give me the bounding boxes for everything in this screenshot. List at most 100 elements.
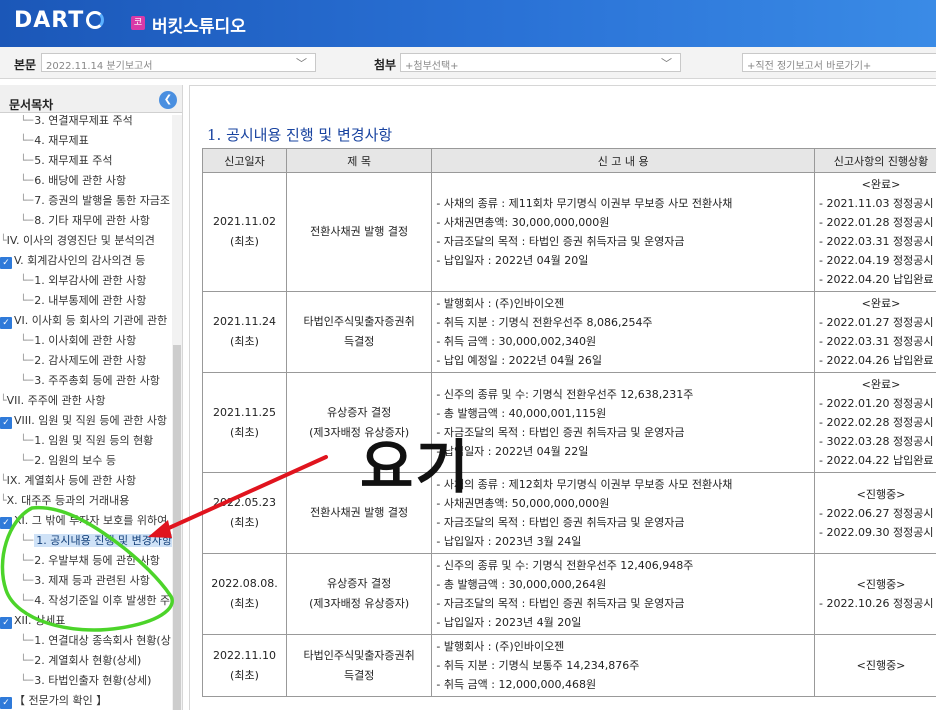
toc-header: 문서목차 ❮ (0, 85, 182, 113)
report-details-cell: - 신주의 종류 및 수: 기명식 전환우선주 12,406,948주 - 총 발… (431, 553, 816, 635)
toc-title: 문서목차 (9, 98, 54, 112)
toc-item-label: 1. 임원 및 직원 등의 현황 (34, 434, 154, 447)
checkbox-icon[interactable]: ✓ (0, 417, 12, 429)
toc-item[interactable]: ✓ V. 회계감사인의 감사의견 등 (0, 251, 145, 271)
toc-item[interactable]: └IX. 계열회사 등에 관한 사항 (0, 471, 136, 491)
toc-item-label: 3. 연결재무제표 주석 (34, 115, 133, 127)
toc-item[interactable]: └─3. 제재 등과 관련된 사항 (20, 571, 150, 591)
tree-line-icon: └ (0, 474, 7, 487)
toc-item-label: 2. 임원의 보수 등 (34, 454, 116, 467)
report-status-cell: <진행중> - 2022.10.26 정정공시 (814, 553, 936, 635)
toc-item[interactable]: └─2. 임원의 보수 등 (20, 451, 116, 471)
scrollbar-thumb[interactable] (173, 345, 181, 710)
main-doc-label: 본문 (14, 58, 37, 72)
report-detail-line: - 납입일자 : 2022년 04월 20일 (436, 254, 589, 267)
report-detail-line: - 납입일자 : 2023년 4월 20일 (436, 616, 582, 629)
toc-item[interactable]: └VII. 주주에 관한 사항 (0, 391, 105, 411)
company-badge: 코 (131, 16, 145, 30)
main-doc-value: 2022.11.14 분기보고서 (46, 61, 153, 72)
toc-item-label: VI. 이사회 등 회사의 기관에 관한 (14, 314, 168, 327)
shortcut-select[interactable]: +직전 정기보고서 바로가기+ (742, 53, 936, 72)
tree-line-icon: └ (0, 234, 7, 247)
status-badge: <진행중> (856, 487, 906, 501)
shortcut-value: +직전 정기보고서 바로가기+ (747, 61, 872, 72)
report-date-note: (최초) (230, 335, 259, 348)
tree-line-icon: └─ (20, 374, 34, 387)
main-doc-select[interactable]: 2022.11.14 분기보고서 ﹀ (41, 53, 316, 72)
checkbox-icon[interactable]: ✓ (0, 317, 12, 329)
report-date-cell: 2021.11.24 (최초) (202, 291, 287, 373)
toc-item[interactable]: ✓ 【 전문가의 확인 】 (0, 691, 107, 710)
tree-line-icon: └─ (20, 434, 34, 447)
status-history-line: - 2021.11.03 정정공시 (819, 197, 934, 210)
report-title-cell: 타법인주식및출자증권취 득결정 (285, 634, 433, 697)
toc-item[interactable]: └─8. 기타 재무에 관한 사항 (20, 211, 150, 231)
report-status-cell: <완료> - 2021.11.03 정정공시 - 2022.01.28 정정공시 - … (814, 172, 936, 292)
report-date-note: (최초) (230, 425, 259, 439)
toc-item-label: 1. 외부감사에 관한 사항 (34, 274, 147, 287)
toc-item-label: IX. 계열회사 등에 관한 사항 (6, 474, 137, 487)
report-date: 2022.05.23 (212, 496, 276, 509)
report-date: 2021.11.02 (212, 215, 276, 228)
toc-item[interactable]: └─1. 이사회에 관한 사항 (20, 331, 136, 351)
toc-item[interactable]: └─2. 내부통제에 관한 사항 (20, 291, 146, 311)
checkbox-icon[interactable]: ✓ (0, 517, 12, 529)
tree-line-icon: └─ (20, 174, 34, 187)
collapse-sidebar-icon[interactable]: ❮ (159, 91, 177, 109)
attach-select[interactable]: +첨부선택+ ﹀ (400, 53, 681, 72)
toc-item-label: 1. 이사회에 관한 사항 (34, 334, 137, 347)
toc-item[interactable]: └IV. 이사의 경영진단 및 분석의견 (0, 231, 155, 251)
tree-line-icon: └─ (20, 154, 34, 167)
toc-item[interactable]: └─2. 우발부채 등에 관한 사항 (20, 551, 160, 571)
toc-item-label: 4. 작성기준일 이후 발생한 주 (34, 594, 171, 607)
status-history-line: - 2022.10.26 정정공시 (819, 597, 934, 610)
toc-item[interactable]: └─5. 재무제표 주석 (20, 151, 112, 171)
table-row: 2022.08.08. (최초) 유상증자 결정 (제3자배정 유상증자) - 신주의 … (202, 553, 936, 635)
chevron-down-icon: ﹀ (661, 57, 672, 70)
top-header: DART 코 버킷스튜디오 (0, 0, 936, 47)
report-detail-line: - 자금조달의 목적 : 타법인 증권 취득자금 및 운영자금 (436, 516, 685, 529)
dart-logo[interactable]: DART (14, 8, 105, 33)
status-badge: <완료> (861, 178, 901, 191)
toc-item[interactable]: ✓ XII. 상세표 (0, 611, 65, 631)
toc-item[interactable]: └X. 대주주 등과의 거래내용 (0, 491, 129, 511)
toc-item[interactable]: └─2. 계열회사 현황(상세) (20, 651, 141, 671)
toc-item[interactable]: └─1. 임원 및 직원 등의 현황 (20, 431, 153, 451)
report-date: 2022.08.08. (211, 577, 278, 590)
toc-item[interactable]: └─3. 주주총회 등에 관한 사항 (20, 371, 160, 391)
report-date-note: (최초) (230, 516, 259, 529)
toc-item[interactable]: ✓ XI. 그 밖에 투자자 보호를 위하여 (0, 511, 167, 531)
report-title: 전환사채권 발행 결정 (310, 225, 409, 238)
report-detail-line: - 납입일자 : 2023년 3월 24일 (436, 535, 582, 548)
toc-item[interactable]: └─3. 타법인출자 현황(상세) (20, 671, 151, 691)
toc-item[interactable]: └─4. 작성기준일 이후 발생한 주 (20, 591, 170, 611)
status-badge: <완료> (861, 297, 901, 310)
toc-item[interactable]: ✓ VIII. 임원 및 직원 등에 관한 사항 (0, 411, 167, 431)
table-row: 2022.05.23 (최초) 전환사채권 발행 결정 - 사채의 종류 : 제12회… (202, 472, 936, 554)
checkbox-icon[interactable]: ✓ (0, 697, 12, 709)
tree-line-icon: └─ (20, 134, 34, 147)
document-content: 1. 공시내용 진행 및 변경사항 신고일자 제 목 신 고 내 용 신고사항의… (189, 85, 936, 710)
checkbox-icon[interactable]: ✓ (0, 257, 12, 269)
toc-item[interactable]: └─3. 연결재무제표 주석 (20, 115, 133, 131)
toc-item[interactable]: └─6. 배당에 관한 사항 (20, 171, 126, 191)
status-history-line: - 2022.01.27 정정공시 (819, 316, 934, 329)
toc-item[interactable]: └─4. 재무제표 (20, 131, 89, 151)
report-date-note: (최초) (230, 668, 259, 682)
toc-item[interactable]: └─2. 감사제도에 관한 사항 (20, 351, 146, 371)
report-title: 득결정 (343, 335, 375, 348)
report-title: 득결정 (343, 668, 375, 682)
toc-scrollbar[interactable] (172, 115, 182, 710)
report-detail-line: - 납입 예정일 : 2022년 04월 26일 (436, 354, 602, 367)
toc-item[interactable]: └─7. 증권의 발행을 통한 자금조 (20, 191, 170, 211)
checkbox-icon[interactable]: ✓ (0, 617, 12, 629)
toc-item[interactable]: └─1. 연결대상 종속회사 현황(상 (20, 631, 171, 651)
report-detail-line: - 취득 금액 : 12,000,000,468원 (436, 678, 597, 691)
toc-item-label: 1. 공시내용 진행 및 변경사항 (34, 534, 172, 547)
toc-item[interactable]: └─ 1. 공시내용 진행 및 변경사항 (20, 531, 172, 551)
toc-item[interactable]: └─1. 외부감사에 관한 사항 (20, 271, 146, 291)
toc-tree: └─3. 연결재무제표 주석 └─4. 재무제표 └─5. 재무제표 주석 └─6. … (0, 115, 172, 710)
tree-line-icon: └ (0, 394, 7, 407)
toc-item[interactable]: ✓ VI. 이사회 등 회사의 기관에 관한 (0, 311, 167, 331)
report-date-cell: 2022.08.08. (최초) (202, 553, 287, 635)
